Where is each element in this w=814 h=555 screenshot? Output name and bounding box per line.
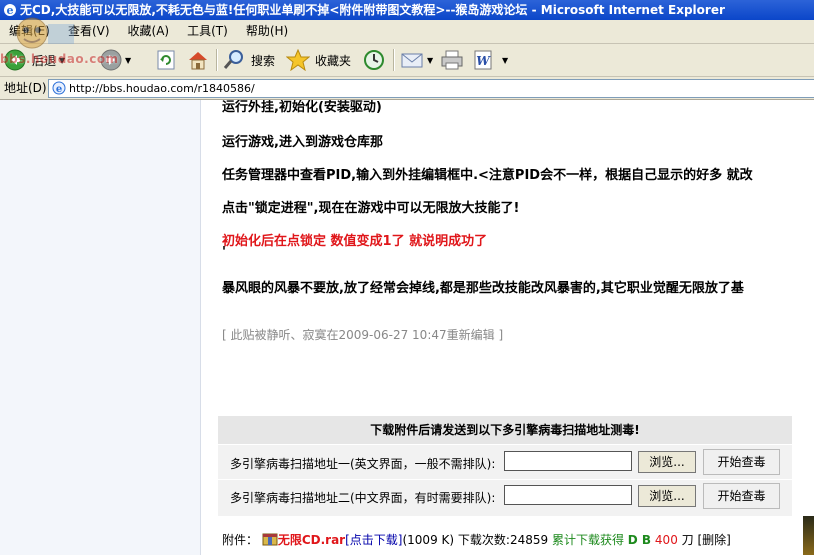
post-line: ' <box>222 245 226 260</box>
address-field[interactable]: e <box>48 79 814 98</box>
earn-label: 累计下载获得 <box>551 533 624 547</box>
db-label: D B <box>627 533 652 547</box>
menu-tools[interactable]: 工具(T) <box>178 20 237 43</box>
scan-row: 多引擎病毒扫描地址二(中文界面，有时需要排队): 浏览... 开始查毒 <box>218 480 792 514</box>
file-path-input[interactable] <box>504 451 632 471</box>
page-content: 运行外挂,初始化(安装驱动) 运行游戏,进入到游戏仓库那 任务管理器中查看PID… <box>0 100 814 555</box>
scan-row: 多引擎病毒扫描地址一(英文界面，一般不需排队): 浏览... 开始查毒 <box>218 446 792 480</box>
scan-row-label: 多引擎病毒扫描地址一(英文界面，一般不需排队): <box>230 457 496 471</box>
home-icon <box>186 49 210 71</box>
print-button[interactable] <box>440 47 464 73</box>
edit-button[interactable]: W ▼ <box>472 47 508 73</box>
post-line: 运行游戏,进入到游戏仓库那 <box>222 135 383 150</box>
post-line: 运行外挂,初始化(安装驱动) <box>222 100 382 115</box>
left-column <box>0 100 201 555</box>
archive-icon <box>262 531 278 550</box>
star-icon <box>286 49 310 71</box>
printer-icon <box>440 49 464 71</box>
browse-button[interactable]: 浏览... <box>638 485 696 507</box>
post-line: 点击"锁定进程",现在在游戏中可以无限放大技能了! <box>222 201 520 216</box>
scan-row-label: 多引擎病毒扫描地址二(中文界面，有时需要排队): <box>230 491 496 505</box>
edit-note: [ 此贴被静听、寂寞在2009-06-27 10:47重新编辑 ] <box>222 328 504 342</box>
monkey-logo-icon <box>8 14 78 52</box>
address-bar: 地址(D) e <box>0 77 814 100</box>
unit-label: 刀 <box>681 533 694 547</box>
page-icon: e <box>52 81 66 98</box>
start-scan-button[interactable]: 开始查毒 <box>703 449 780 475</box>
right-decoration <box>803 516 814 555</box>
history-button[interactable] <box>362 47 386 73</box>
site-watermark: bbs.houdao.com <box>0 14 160 74</box>
watermark-text: bbs.houdao.com <box>0 52 119 66</box>
history-icon <box>362 49 386 71</box>
post-line: 任务管理器中查看PID,输入到外挂编辑框中.<注意PID会不一样，根据自己显示的… <box>222 168 753 183</box>
delete-link[interactable]: [删除] <box>698 533 731 547</box>
svg-text:W: W <box>476 54 491 68</box>
post-line-highlight: 初始化后在点锁定 数值变成1了 就说明成功了 <box>222 234 488 249</box>
url-input[interactable] <box>69 80 769 96</box>
post-line: 暴风眼的风暴不要放,放了经常会掉线,都是那些改技能改风暴害的,其它职业觉醒无限放… <box>222 281 744 296</box>
address-label: 地址(D) <box>4 81 47 95</box>
start-scan-button[interactable]: 开始查毒 <box>703 483 780 509</box>
attachment-prefix: 附件： <box>222 533 259 547</box>
file-path-input[interactable] <box>504 485 632 505</box>
home-button[interactable] <box>186 47 210 73</box>
mail-button[interactable]: ▼ <box>400 47 433 73</box>
favorites-label: 收藏夹 <box>315 53 352 68</box>
download-link[interactable]: [点击下载] <box>345 533 402 547</box>
dropdown-arrow-icon[interactable]: ▼ <box>427 56 433 65</box>
browse-button[interactable]: 浏览... <box>638 451 696 473</box>
word-icon: W <box>472 49 494 71</box>
scan-header: 下载附件后请发送到以下多引擎病毒扫描地址测毒! <box>218 416 792 445</box>
search-label: 搜索 <box>251 53 276 68</box>
dropdown-arrow-icon[interactable]: ▼ <box>502 56 508 65</box>
attachment-size: (1009 K) <box>402 533 455 547</box>
download-count: 下载次数:24859 <box>457 533 549 547</box>
attachment-filename[interactable]: 无限CD.rar <box>278 533 345 547</box>
attachment-line: 附件： 无限CD.rar[点击下载](1009 K) 下载次数:24859 累计… <box>222 531 731 550</box>
menu-help[interactable]: 帮助(H) <box>237 20 297 43</box>
db-value: 400 <box>654 533 678 547</box>
search-button[interactable]: 搜索 <box>222 47 275 73</box>
favorites-button[interactable]: 收藏夹 <box>286 47 351 73</box>
mail-icon <box>400 49 424 71</box>
search-icon <box>222 49 246 71</box>
svg-text:e: e <box>56 84 62 95</box>
virus-scan-box: 下载附件后请发送到以下多引擎病毒扫描地址测毒! 多引擎病毒扫描地址一(英文界面，… <box>218 416 792 516</box>
